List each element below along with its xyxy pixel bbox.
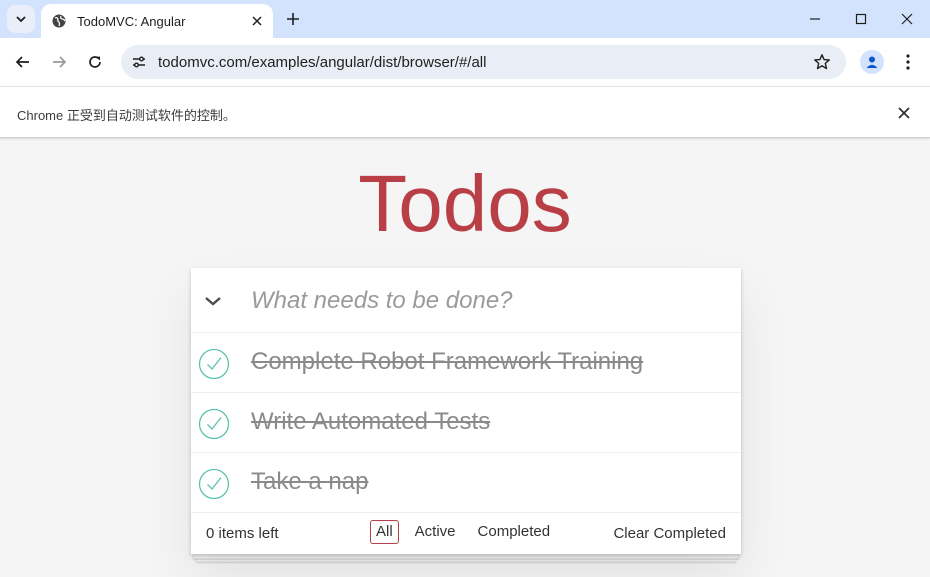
site-info-icon[interactable]: [129, 52, 149, 72]
active-tab[interactable]: TodoMVC: Angular: [41, 4, 273, 38]
todo-label[interactable]: Take a nap: [251, 468, 368, 496]
todo-header: [191, 268, 741, 333]
todo-item: Write Automated Tests: [191, 393, 741, 453]
todo-label[interactable]: Write Automated Tests: [251, 408, 490, 436]
page-title: Todos: [358, 159, 572, 248]
infobar-message: Chrome 正受到自动测试软件的控制。: [17, 108, 236, 123]
todo-footer: 0 items left All Active Completed Clear …: [191, 514, 741, 554]
browser-toolbar: todomvc.com/examples/angular/dist/browse…: [0, 38, 930, 86]
address-bar[interactable]: todomvc.com/examples/angular/dist/browse…: [121, 45, 846, 79]
filter-all[interactable]: All: [370, 520, 399, 544]
window-close-icon[interactable]: [896, 8, 918, 30]
new-todo-input[interactable]: [251, 268, 731, 333]
clear-completed-button[interactable]: Clear Completed: [613, 525, 726, 542]
todo-label[interactable]: Complete Robot Framework Training: [251, 348, 643, 376]
forward-icon[interactable]: [47, 50, 71, 74]
tab-strip: TodoMVC: Angular: [0, 0, 930, 38]
check-circle-icon[interactable]: [197, 347, 231, 381]
todo-item: Take a nap: [191, 453, 741, 513]
todo-item: Complete Robot Framework Training: [191, 333, 741, 393]
tab-close-icon[interactable]: [249, 13, 265, 29]
infobar-close-icon[interactable]: [894, 103, 914, 123]
toggle-all-chevron-down-icon[interactable]: [201, 290, 225, 312]
globe-icon: [51, 13, 67, 29]
items-left-count: 0 items left: [206, 525, 279, 542]
new-tab-icon[interactable]: [282, 8, 304, 30]
maximize-icon[interactable]: [850, 8, 872, 30]
url-text: todomvc.com/examples/angular/dist/browse…: [158, 54, 487, 71]
todo-app: Complete Robot Framework Training Write …: [191, 268, 741, 554]
check-circle-icon[interactable]: [197, 467, 231, 501]
chevron-down-icon: [16, 16, 26, 23]
filter-completed[interactable]: Completed: [472, 520, 557, 544]
filter-active[interactable]: Active: [409, 520, 462, 544]
profile-avatar-icon[interactable]: [860, 50, 884, 74]
minimize-icon[interactable]: [804, 8, 826, 30]
bookmark-star-icon[interactable]: [812, 52, 832, 72]
reload-icon[interactable]: [83, 50, 107, 74]
check-circle-icon[interactable]: [197, 407, 231, 441]
tab-title: TodoMVC: Angular: [77, 13, 186, 29]
menu-kebab-icon[interactable]: [897, 50, 919, 74]
back-icon[interactable]: [11, 50, 35, 74]
filter-list: All Active Completed: [370, 520, 556, 544]
automation-infobar: Chrome 正受到自动测试软件的控制。: [0, 86, 930, 138]
tab-search-button[interactable]: [7, 5, 35, 33]
